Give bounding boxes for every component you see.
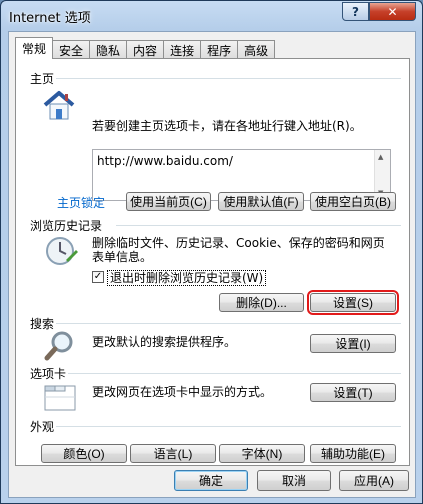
history-divider: [116, 225, 401, 226]
delete-history-button[interactable]: 删除(D)...: [219, 293, 304, 312]
languages-button[interactable]: 语言(L): [130, 444, 216, 463]
tab-content[interactable]: 内容: [126, 40, 165, 59]
cancel-button[interactable]: 取消: [257, 470, 331, 491]
tabs-description: 更改网页在选项卡中显示的方式。: [92, 385, 273, 399]
home-url-value: http://www.baidu.com/: [97, 154, 233, 168]
tab-advanced[interactable]: 高级: [237, 40, 276, 59]
accessibility-button[interactable]: 辅助功能(E): [310, 444, 396, 463]
home-section-title: 主页: [30, 72, 55, 86]
use-blank-button[interactable]: 使用空白页(B): [310, 192, 396, 211]
tabs-divider: [68, 373, 401, 374]
tab-privacy[interactable]: 隐私: [89, 40, 128, 59]
title-bar[interactable]: Internet 选项 ? ✕: [1, 1, 422, 31]
window-title: Internet 选项: [9, 11, 91, 26]
tabs-settings-button[interactable]: 设置(T): [310, 383, 396, 402]
fonts-button[interactable]: 字体(N): [219, 444, 305, 463]
house-icon: [43, 91, 75, 120]
history-section-title: 浏览历史记录: [30, 219, 103, 233]
tab-programs[interactable]: 程序: [200, 40, 239, 59]
dialog-client: 常规 安全 隐私 内容 连接 程序 高级 主页 若要创建主页选项卡，请在各地址行…: [8, 31, 416, 498]
use-default-button[interactable]: 使用默认值(F): [218, 192, 304, 211]
tabs-section-title: 选项卡: [30, 367, 67, 381]
close-button[interactable]: ✕: [369, 2, 416, 21]
history-description: 删除临时文件、历史记录、Cookie、保存的密码和网页表单信息。: [92, 236, 385, 264]
search-settings-button[interactable]: 设置(I): [310, 334, 396, 353]
ok-button[interactable]: 确定: [174, 470, 248, 491]
tab-security[interactable]: 安全: [52, 40, 91, 59]
search-description: 更改默认的搜索提供程序。: [92, 335, 237, 349]
use-current-button[interactable]: 使用当前页(C): [126, 192, 211, 211]
colors-button[interactable]: 颜色(O): [41, 444, 127, 463]
clock-history-icon: [46, 237, 78, 265]
tab-general[interactable]: 常规: [15, 37, 54, 59]
internet-options-window: Internet 选项 ? ✕ 常规 安全 隐私 内容 连接 程序 高级 主页 …: [0, 0, 423, 504]
search-divider: [56, 323, 401, 324]
home-lock-link[interactable]: 主页锁定: [57, 194, 105, 211]
history-settings-button[interactable]: 设置(S): [307, 290, 399, 315]
appearance-divider: [56, 426, 401, 427]
delete-on-exit-label[interactable]: 退出时删除浏览历史记录(W): [107, 270, 267, 286]
delete-on-exit-checkbox[interactable]: ✓: [92, 271, 104, 283]
tabs-icon: [44, 385, 76, 411]
home-description: 若要创建主页选项卡，请在各地址行键入地址(R)。: [92, 119, 362, 133]
apply-button[interactable]: 应用(A): [339, 470, 409, 491]
home-divider: [56, 78, 401, 79]
tab-strip: 常规 安全 隐私 内容 连接 程序 高级: [15, 37, 276, 59]
appearance-section-title: 外观: [30, 420, 55, 434]
magnifier-icon: [44, 331, 73, 361]
general-panel: 主页 若要创建主页选项卡，请在各地址行键入地址(R)。 http://www.b…: [15, 58, 410, 466]
help-button[interactable]: ?: [342, 2, 369, 21]
tab-connections[interactable]: 连接: [163, 40, 202, 59]
